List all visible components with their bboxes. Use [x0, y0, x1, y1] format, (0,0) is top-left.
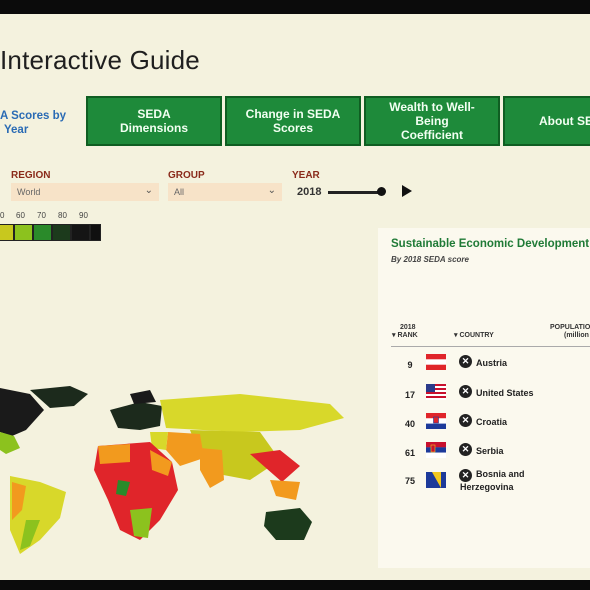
region-label: REGION: [11, 170, 51, 181]
map-region: [166, 432, 204, 466]
tab-label-line1: A Scores by: [0, 110, 67, 122]
ranking-subtitle: By 2018 SEDA score: [391, 255, 469, 264]
chevron-down-icon: ⌄: [267, 185, 276, 196]
legend-scale: 0 60 70 80 90: [0, 211, 100, 223]
rank-value: 40: [404, 419, 415, 429]
rank-header-line2: RANK: [397, 332, 418, 339]
tab-label-line2: Year: [4, 124, 29, 136]
map-region: [160, 394, 344, 432]
map-region: [98, 444, 130, 464]
world-map[interactable]: [0, 370, 360, 565]
legend-swatch: [52, 224, 71, 241]
column-header-country[interactable]: ▾ COUNTRY: [454, 332, 494, 340]
serbia-flag-icon: [426, 442, 446, 458]
remove-icon[interactable]: ✕: [459, 355, 472, 368]
tab-label-line3: Coefficient: [400, 128, 463, 142]
play-icon[interactable]: [402, 185, 412, 197]
map-region: [200, 448, 224, 488]
tab-seda-dimensions[interactable]: SEDA Dimensions: [86, 96, 222, 146]
tab-label-line2: Being: [415, 114, 449, 128]
legend-swatch: [90, 224, 101, 241]
group-select[interactable]: All ⌄: [168, 183, 282, 201]
bosnia-flag-icon: [426, 472, 446, 488]
tab-label-line2: Dimensions: [119, 121, 188, 135]
app-screen: Interactive Guide A Scores by Year SEDA …: [0, 14, 590, 580]
tab-label-line1: About SE: [539, 114, 590, 128]
legend-swatch: [33, 224, 52, 241]
tab-label-line1: Change in SEDA: [245, 107, 341, 121]
country-name: Serbia: [476, 446, 504, 456]
group-label: GROUP: [168, 170, 205, 181]
ranking-title: Sustainable Economic Development: [391, 238, 590, 250]
croatia-flag-icon: [426, 413, 446, 429]
map-region: [110, 402, 162, 430]
legend-tick: 60: [16, 211, 25, 220]
rank-header-line1: 2018: [400, 324, 416, 331]
header-divider: [391, 346, 590, 347]
table-row[interactable]: 9 ✕ Austria: [378, 354, 590, 380]
remove-icon[interactable]: ✕: [459, 385, 472, 398]
year-label: YEAR: [292, 170, 320, 181]
legend-tick: 90: [79, 211, 88, 220]
usa-flag-icon: [426, 384, 446, 400]
country-name: Croatia: [476, 417, 508, 427]
country-name: Bosnia and Herzegovina: [460, 468, 525, 494]
column-header-population[interactable]: POPULATIO (million: [550, 324, 590, 340]
legend-tick: 0: [0, 211, 5, 220]
country-name-line1: Bosnia and: [476, 469, 525, 479]
map-region: [130, 390, 156, 404]
legend-swatch: [71, 224, 90, 241]
tab-label-line1: Wealth to Well-: [389, 100, 475, 114]
tab-change-in-seda-scores[interactable]: Change in SEDA Scores: [225, 96, 361, 146]
country-name: Austria: [476, 358, 508, 368]
tab-about-seda[interactable]: About SE: [503, 96, 590, 146]
table-row[interactable]: 75 ✕ Bosnia and Herzegovina: [378, 468, 590, 502]
remove-icon[interactable]: ✕: [459, 443, 472, 456]
map-region: [270, 480, 300, 500]
year-value: 2018: [297, 186, 322, 198]
remove-icon[interactable]: ✕: [459, 414, 472, 427]
tab-label-line1: SEDA: [137, 107, 171, 121]
ranking-panel: Sustainable Economic Development By 2018…: [378, 228, 590, 568]
year-slider-handle[interactable]: [377, 187, 386, 196]
rank-value: 9: [407, 360, 413, 370]
country-header: COUNTRY: [459, 332, 494, 339]
column-header-rank[interactable]: 2018 ▾ RANK: [392, 324, 418, 340]
austria-flag-icon: [426, 354, 446, 370]
page-title: Interactive Guide: [0, 45, 200, 75]
rank-value: 17: [404, 390, 415, 400]
map-region: [264, 508, 312, 540]
group-value: All: [174, 187, 185, 197]
region-select[interactable]: World ⌄: [11, 183, 159, 201]
table-row[interactable]: 17 ✕ United States: [378, 384, 590, 410]
tab-wealth-to-well-being[interactable]: Wealth to Well- Being Coefficient: [364, 96, 500, 146]
country-name: United States: [476, 388, 534, 398]
population-header-line1: POPULATIO: [550, 324, 590, 331]
tab-seda-scores-by-year[interactable]: A Scores by Year: [0, 109, 66, 137]
legend-swatch: [14, 224, 33, 241]
population-header-line2: (million: [564, 332, 589, 339]
legend-tick: 80: [58, 211, 67, 220]
chevron-down-icon: ⌄: [144, 185, 153, 196]
country-name-line2: Herzegovina: [460, 482, 514, 492]
year-slider[interactable]: [328, 191, 380, 194]
legend-tick: 70: [37, 211, 46, 220]
table-row[interactable]: 61 ✕ Serbia: [378, 442, 590, 468]
region-value: World: [17, 187, 41, 197]
map-region: [0, 432, 20, 454]
rank-value: 61: [404, 448, 415, 458]
rank-value: 75: [404, 476, 415, 486]
tab-label-line2: Scores: [272, 121, 314, 135]
table-row[interactable]: 40 ✕ Croatia: [378, 413, 590, 439]
legend-swatch: [0, 224, 14, 241]
